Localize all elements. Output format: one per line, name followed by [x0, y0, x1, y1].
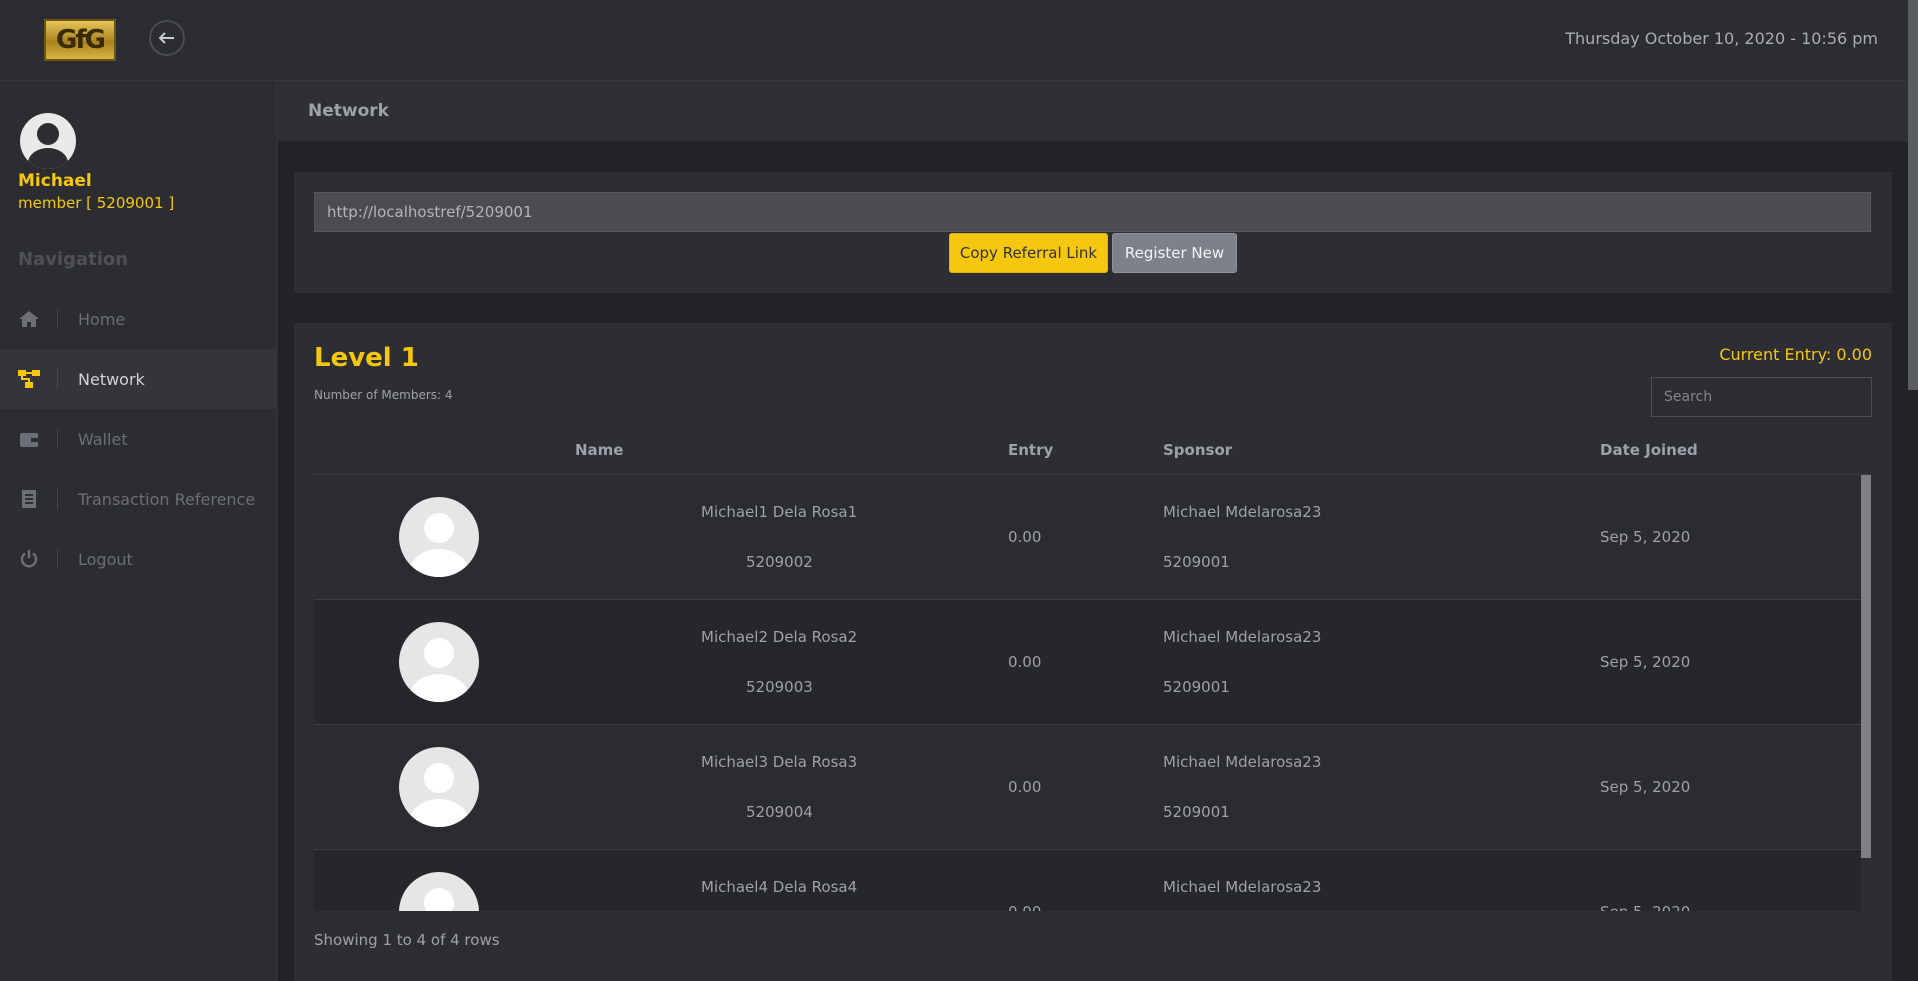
user-silhouette-icon	[424, 888, 454, 911]
table-row[interactable]: Michael1 Dela Rosa1 5209002 0.00 Michael…	[314, 475, 1861, 600]
table-row[interactable]: Michael4 Dela Rosa4 0.00 Michael Mdelaro…	[314, 850, 1861, 911]
level-card: Level 1 Number of Members: 4 Current Ent…	[294, 323, 1892, 981]
column-header-name[interactable]: Name	[575, 441, 623, 459]
sponsor-name: Michael Mdelarosa23	[1163, 503, 1322, 521]
member-count: Number of Members: 4	[314, 388, 453, 402]
current-entry: Current Entry: 0.00	[1719, 345, 1872, 364]
member-avatar	[399, 747, 479, 827]
date-joined: Sep 5, 2020	[1600, 653, 1691, 671]
sidebar-item-label: Logout	[78, 549, 133, 569]
sidebar-item-label: Wallet	[78, 429, 128, 449]
sponsor-id: 5209001	[1163, 803, 1230, 821]
date-joined: Sep 5, 2020	[1600, 903, 1690, 911]
sponsor-name: Michael Mdelarosa23	[1163, 628, 1322, 646]
date-joined: Sep 5, 2020	[1600, 528, 1691, 546]
page-header: Network	[278, 81, 1918, 142]
top-bar: GfG Thursday October 10, 2020 - 10:56 pm	[0, 0, 1918, 81]
pagination-info: Showing 1 to 4 of 4 rows	[314, 931, 500, 949]
member-avatar	[399, 872, 479, 911]
date-joined: Sep 5, 2020	[1600, 778, 1691, 796]
search-input[interactable]	[1651, 377, 1872, 417]
sidebar-item-label: Network	[78, 369, 145, 389]
arrow-left-icon	[158, 28, 175, 49]
brand-logo[interactable]: GfG	[44, 19, 116, 61]
level-title: Level 1	[314, 343, 419, 373]
logo-text: GfG	[56, 25, 106, 55]
sidebar-item-home[interactable]: Home	[0, 289, 277, 349]
table-row[interactable]: Michael2 Dela Rosa2 5209003 0.00 Michael…	[314, 600, 1861, 725]
receipt-icon	[0, 489, 58, 509]
column-header-date-joined[interactable]: Date Joined	[1600, 441, 1698, 459]
page-scrollbar[interactable]	[1908, 0, 1918, 390]
user-silhouette-icon	[409, 763, 469, 827]
column-header-entry[interactable]: Entry	[1008, 441, 1053, 459]
referral-link-field[interactable]: http://localhostref/5209001	[314, 192, 1871, 232]
nav-heading: Navigation	[18, 249, 129, 270]
table-scrollbar[interactable]	[1861, 475, 1871, 858]
sponsor-name: Michael Mdelarosa23	[1163, 753, 1322, 771]
user-avatar[interactable]	[20, 113, 76, 169]
member-id: 5209003	[746, 678, 813, 696]
user-name: Michael	[18, 171, 92, 191]
copy-referral-link-button[interactable]: Copy Referral Link	[949, 233, 1108, 273]
referral-card: http://localhostref/5209001 Copy Referra…	[294, 172, 1892, 293]
wallet-icon	[0, 429, 58, 449]
current-datetime: Thursday October 10, 2020 - 10:56 pm	[1565, 29, 1878, 48]
member-name: Michael2 Dela Rosa2	[701, 628, 858, 646]
column-header-sponsor[interactable]: Sponsor	[1163, 441, 1232, 459]
member-entry: 0.00	[1008, 528, 1042, 546]
user-silhouette-icon	[28, 123, 68, 169]
sidebar-item-label: Transaction Reference	[78, 489, 256, 509]
user-member-id: member [ 5209001 ]	[18, 194, 175, 212]
member-id: 5209002	[746, 553, 813, 571]
member-entry: 0.00	[1008, 778, 1042, 796]
sidebar-item-wallet[interactable]: Wallet	[0, 409, 277, 469]
members-table-body: Michael1 Dela Rosa1 5209002 0.00 Michael…	[314, 475, 1871, 911]
sidebar: Michael member [ 5209001 ] Navigation Ho…	[0, 81, 277, 981]
member-id: 5209004	[746, 803, 813, 821]
sponsor-id: 5209001	[1163, 678, 1230, 696]
page-title: Network	[308, 101, 389, 121]
back-button[interactable]	[149, 20, 185, 56]
member-name: Michael3 Dela Rosa3	[701, 753, 858, 771]
register-new-button[interactable]: Register New	[1112, 233, 1237, 273]
sponsor-name: Michael Mdelarosa23	[1163, 878, 1322, 896]
sidebar-item-transaction-reference[interactable]: Transaction Reference	[0, 469, 277, 529]
home-icon	[0, 309, 58, 329]
power-icon	[0, 549, 58, 569]
sidebar-item-label: Home	[78, 309, 126, 329]
member-name: Michael4 Dela Rosa4	[701, 878, 858, 896]
member-entry: 0.00	[1008, 903, 1041, 911]
member-name: Michael1 Dela Rosa1	[701, 503, 858, 521]
sidebar-item-logout[interactable]: Logout	[0, 529, 277, 589]
member-avatar	[399, 497, 479, 577]
user-silhouette-icon	[409, 638, 469, 702]
member-entry: 0.00	[1008, 653, 1042, 671]
user-silhouette-icon	[409, 513, 469, 577]
sidebar-item-network[interactable]: Network	[0, 349, 277, 409]
member-avatar	[399, 622, 479, 702]
network-icon	[0, 369, 58, 389]
sponsor-id: 5209001	[1163, 553, 1230, 571]
table-row[interactable]: Michael3 Dela Rosa3 5209004 0.00 Michael…	[314, 725, 1861, 850]
